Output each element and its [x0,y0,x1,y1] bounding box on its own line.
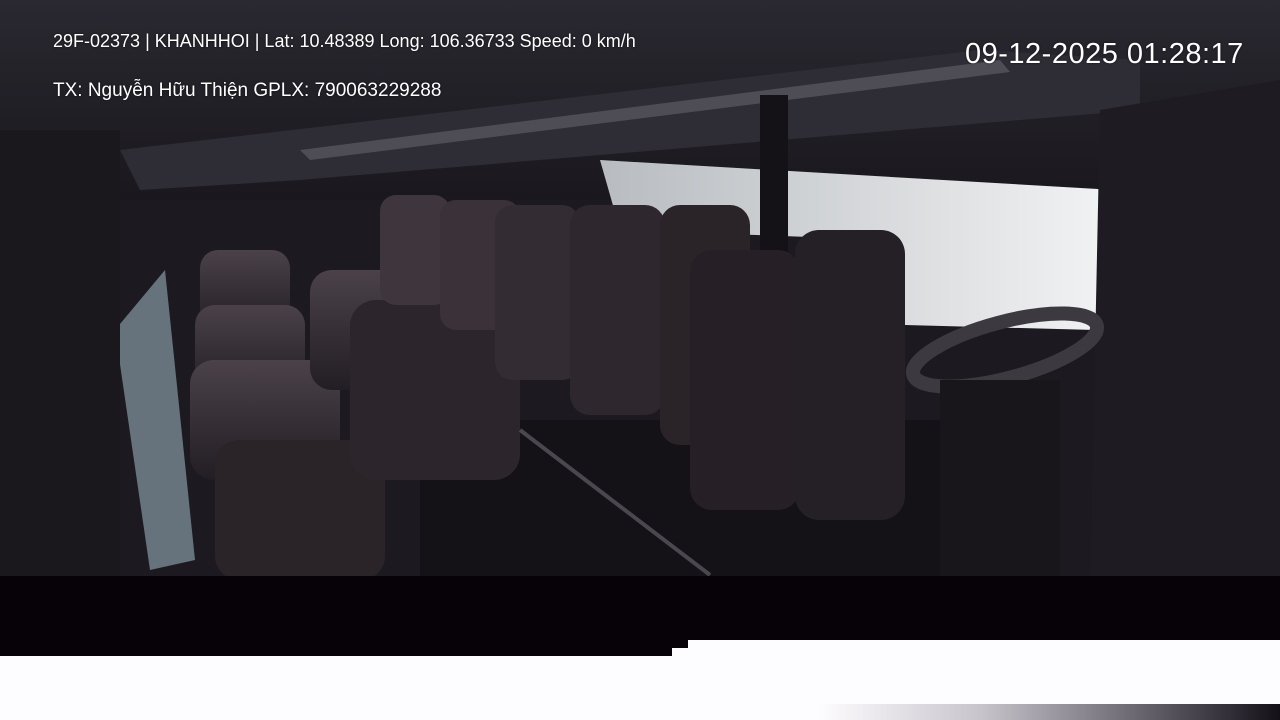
window-pillar [760,95,788,255]
white-block [688,640,1280,656]
bottom-gradient-strip [820,704,1280,720]
gps-info-overlay: 29F-02373 | KHANHHOI | Lat: 10.48389 Lon… [53,31,636,51]
driver-info-overlay: TX: Nguyễn Hữu Thiện GPLX: 790063229288 [53,80,442,101]
left-window [115,270,195,570]
timestamp-overlay: 09-12-2025 01:28:17 [965,38,1244,70]
white-notch [672,648,688,656]
